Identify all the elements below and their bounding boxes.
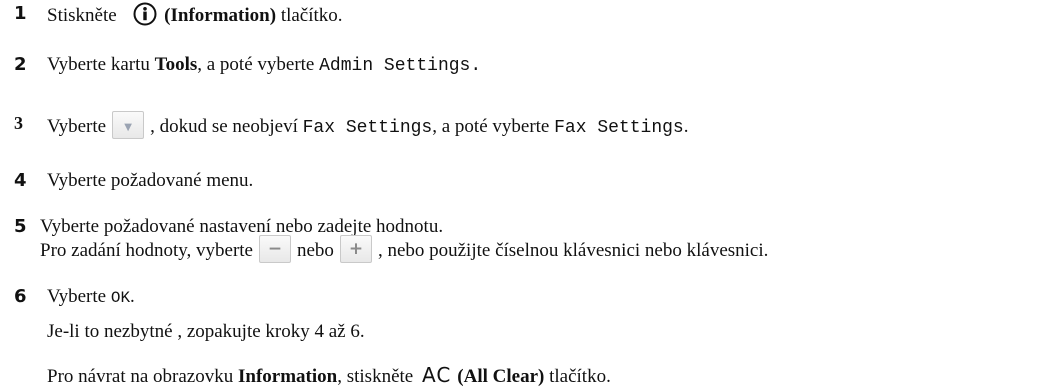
tab-name: Tools	[154, 54, 198, 75]
menu-name: Fax Settings	[302, 118, 433, 138]
step-text: Vyberte	[47, 286, 107, 307]
step-text: , dokud se neobjeví	[150, 116, 298, 137]
minus-button-icon: −	[259, 235, 291, 263]
step-number: 2	[14, 54, 27, 75]
menu-word: menu.	[206, 170, 254, 191]
step-number: 1	[14, 3, 27, 24]
button-name: OK	[110, 289, 131, 307]
info-icon	[133, 2, 157, 26]
step-text: nebo	[297, 240, 334, 261]
step-number: 4	[14, 170, 27, 191]
step-text: Stiskněte	[47, 5, 117, 26]
step-text: Vyberte kartu	[47, 54, 150, 75]
ac-key-label: AC	[421, 363, 452, 387]
step-number: 5	[14, 216, 27, 237]
scroll-down-button-icon: ▼	[112, 111, 145, 139]
note-text: tlačítko.	[549, 366, 611, 387]
step-number: 6	[14, 286, 27, 307]
note-text: Je-li to nezbytné , zopakujte kroky 4 až…	[47, 321, 365, 342]
note-text: , stiskněte	[337, 366, 414, 387]
step-text: , a poté vyberte	[197, 54, 315, 75]
step-text: Pro zadání hodnoty, vyberte	[40, 240, 253, 261]
step-text: , nebo použijte číselnou klávesnici nebo…	[377, 240, 769, 261]
step-text: Vyberte požadované	[47, 170, 202, 191]
plus-button-icon: +	[339, 235, 372, 263]
step-text: tlačítko.	[280, 5, 343, 26]
screen-name: Information	[238, 366, 338, 387]
step-text: , a poté vyberte	[432, 116, 550, 137]
menu-name: Admin Settings.	[319, 56, 482, 76]
note-text: Pro návrat na obrazovku	[47, 366, 234, 387]
step-number: 3	[14, 113, 23, 133]
menu-name: Fax Settings	[554, 118, 684, 138]
button-name: (All Clear)	[457, 366, 545, 387]
button-name: (Information)	[164, 5, 277, 26]
step-text: Vyberte	[47, 116, 107, 137]
